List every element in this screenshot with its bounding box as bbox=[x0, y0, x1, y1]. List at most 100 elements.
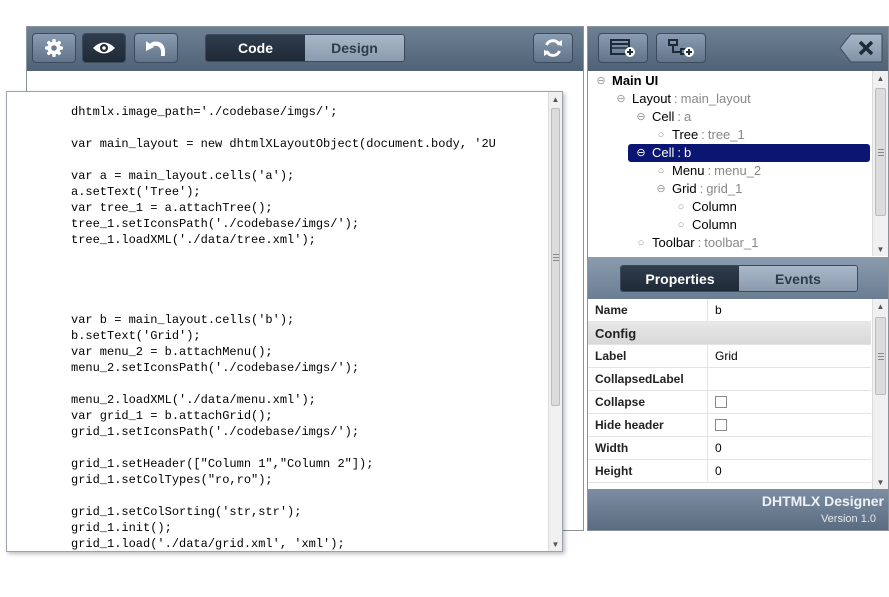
tree-node-separator: : bbox=[699, 181, 704, 196]
property-name: Hide header bbox=[588, 414, 708, 436]
checkbox[interactable] bbox=[715, 419, 727, 431]
code-line: menu_2.loadXML('./data/menu.xml'); bbox=[71, 393, 316, 407]
property-name: Width bbox=[588, 437, 708, 459]
tree-node-label: Main UI bbox=[612, 73, 659, 88]
tree-node[interactable]: ⊖ Cell: b bbox=[628, 144, 870, 162]
tree-node-value: main_layout bbox=[680, 91, 751, 106]
code-line: var main_layout = new dhtmlXLayoutObject… bbox=[71, 137, 496, 151]
add-window-button[interactable] bbox=[598, 33, 648, 63]
right-panel: ⊖ Main UI ⊖ Layout: main_layout ⊖ Cell: a ○ Tree:… bbox=[587, 26, 889, 531]
tree-node-value: grid_1 bbox=[706, 181, 743, 196]
tree-node[interactable]: ○ Column bbox=[676, 216, 737, 234]
add-window-icon bbox=[610, 39, 635, 57]
property-row: Label Grid bbox=[588, 345, 871, 368]
settings-button[interactable] bbox=[32, 33, 76, 63]
properties-scroll-thumb[interactable] bbox=[875, 317, 886, 395]
properties-grid: Name b Config Label Grid CollapsedLabel Collap… bbox=[588, 299, 871, 489]
tree-node-value: b bbox=[684, 145, 692, 160]
tree-node[interactable]: ○ Menu: menu_2 bbox=[656, 162, 761, 180]
property-value[interactable]: 0 bbox=[708, 460, 871, 482]
tree-node[interactable]: ⊖ Popups bbox=[596, 252, 656, 256]
property-name: Height bbox=[588, 460, 708, 482]
add-component-icon bbox=[668, 39, 694, 57]
leaf-node-icon: ○ bbox=[677, 201, 685, 213]
tab-events[interactable]: Events bbox=[739, 266, 857, 291]
tree-node-label: Popups bbox=[612, 252, 656, 256]
scroll-down-arrow-icon[interactable]: ▼ bbox=[549, 537, 562, 551]
refresh-button[interactable] bbox=[533, 33, 573, 63]
tree-node-value: menu_2 bbox=[714, 163, 762, 178]
tree-node-label: Toolbar bbox=[652, 235, 695, 250]
property-value[interactable]: Grid bbox=[708, 345, 871, 367]
scroll-up-arrow-icon[interactable]: ▲ bbox=[549, 92, 562, 106]
code-editor[interactable]: dhtmlx.image_path='./codebase/imgs/';var… bbox=[71, 104, 545, 552]
tree-node[interactable]: ⊖ Main UI bbox=[596, 72, 658, 90]
code-line: var tree_1 = a.attachTree(); bbox=[71, 201, 273, 215]
code-line: a.setText('Tree'); bbox=[71, 185, 201, 199]
tree-node[interactable]: ○ Column bbox=[676, 198, 737, 216]
property-row: Name b bbox=[588, 299, 871, 322]
tab-design[interactable]: Design bbox=[305, 35, 404, 61]
undo-button[interactable] bbox=[134, 33, 178, 63]
add-component-button[interactable] bbox=[656, 33, 706, 63]
tree-node[interactable]: ○ Toolbar: toolbar_1 bbox=[636, 234, 759, 252]
scroll-down-arrow-icon[interactable]: ▼ bbox=[873, 242, 888, 256]
properties-tabs-bar: Properties Events bbox=[588, 257, 888, 299]
tree-node-value: toolbar_1 bbox=[704, 235, 759, 250]
leaf-node-icon: ○ bbox=[657, 129, 665, 141]
scroll-up-arrow-icon[interactable]: ▲ bbox=[873, 71, 888, 85]
scroll-down-arrow-icon[interactable]: ▼ bbox=[873, 475, 888, 489]
property-group: Config bbox=[588, 322, 871, 345]
tree-node-label: Menu bbox=[672, 163, 705, 178]
close-button[interactable] bbox=[839, 33, 883, 63]
property-checkbox-cell[interactable] bbox=[708, 391, 871, 413]
code-scroll-thumb[interactable] bbox=[551, 108, 560, 406]
collapse-icon[interactable]: ⊖ bbox=[596, 252, 606, 256]
property-row: Width 0 bbox=[588, 437, 871, 460]
properties-scrollbar[interactable]: ▲ ▼ bbox=[872, 299, 888, 489]
tree-node[interactable]: ⊖ Cell: a bbox=[636, 108, 691, 126]
code-line: grid_1.setColTypes("ro,ro"); bbox=[71, 473, 273, 487]
collapse-icon[interactable]: ⊖ bbox=[596, 72, 606, 90]
collapse-icon[interactable]: ⊖ bbox=[636, 108, 646, 126]
code-line: grid_1.setHeader(["Column 1","Column 2"]… bbox=[71, 457, 374, 471]
tree-node-value: tree_1 bbox=[707, 127, 745, 142]
collapse-icon[interactable]: ⊖ bbox=[616, 90, 626, 108]
leaf-node-icon: ○ bbox=[657, 165, 665, 177]
tree-node[interactable]: ⊖ Layout: main_layout bbox=[616, 90, 751, 108]
left-toolbar: Code Design bbox=[27, 27, 583, 71]
property-row: CollapsedLabel bbox=[588, 368, 871, 391]
tab-properties[interactable]: Properties bbox=[621, 266, 739, 291]
property-name: Collapse bbox=[588, 391, 708, 413]
property-value[interactable]: 0 bbox=[708, 437, 871, 459]
property-value[interactable]: b bbox=[708, 299, 871, 321]
property-row: Collapse bbox=[588, 391, 871, 414]
tree-node-label: Cell bbox=[652, 109, 675, 124]
property-value[interactable] bbox=[708, 368, 871, 390]
property-row: Height 0 bbox=[588, 460, 871, 483]
tree-node-separator: : bbox=[677, 109, 682, 124]
collapse-icon[interactable]: ⊖ bbox=[656, 180, 666, 198]
code-scrollbar[interactable]: ▲ ▼ bbox=[548, 92, 562, 551]
code-line: dhtmlx.image_path='./codebase/imgs/'; bbox=[71, 105, 338, 119]
property-checkbox-cell[interactable] bbox=[708, 414, 871, 436]
tree-node-label: Cell bbox=[652, 145, 675, 160]
tree-scroll-thumb[interactable] bbox=[875, 88, 886, 216]
tree-node-separator: : bbox=[707, 163, 712, 178]
tree-node[interactable]: ○ Tree: tree_1 bbox=[656, 126, 745, 144]
code-window: dhtmlx.image_path='./codebase/imgs/';var… bbox=[6, 91, 563, 552]
preview-button[interactable] bbox=[82, 33, 126, 63]
tree-scrollbar[interactable]: ▲ ▼ bbox=[872, 71, 888, 256]
tree-node[interactable]: ⊖ Grid: grid_1 bbox=[656, 180, 742, 198]
collapse-icon[interactable]: ⊖ bbox=[636, 144, 646, 162]
tab-code[interactable]: Code bbox=[206, 35, 305, 61]
right-toolbar bbox=[588, 27, 888, 71]
checkbox[interactable] bbox=[715, 396, 727, 408]
scroll-up-arrow-icon[interactable]: ▲ bbox=[873, 299, 888, 313]
app-version: Version 1.0 bbox=[820, 513, 876, 525]
